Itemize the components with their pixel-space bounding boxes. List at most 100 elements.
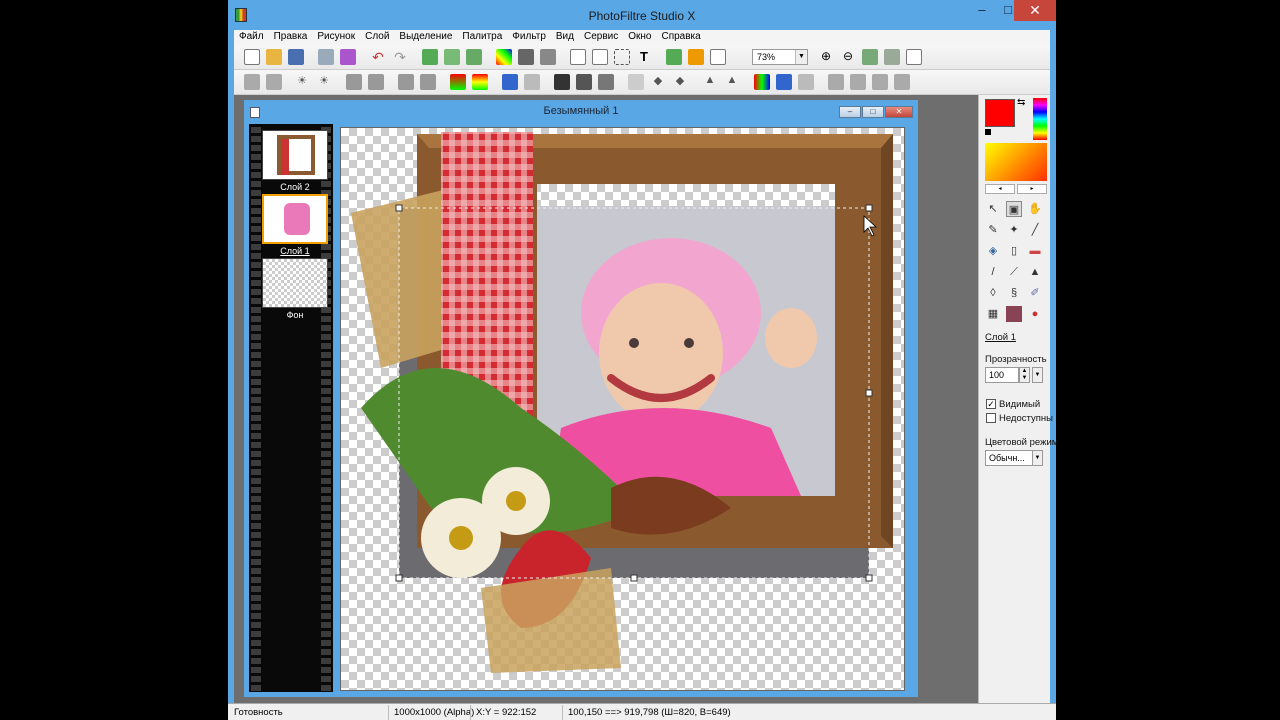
gamma-up-icon[interactable] [420,74,436,90]
magic-wand-icon[interactable]: ✦ [1006,222,1022,238]
zoom-out-icon[interactable]: ⊖ [840,49,856,65]
print-icon[interactable] [318,49,334,65]
minimize-button[interactable]: – [968,0,996,21]
rotate-icon[interactable] [872,74,888,90]
menu-edit[interactable]: Правка [269,30,313,42]
layer-label[interactable]: Фон [262,310,328,320]
image-canvas[interactable] [340,127,905,691]
saturation-down-icon[interactable] [450,74,466,90]
drop-icon[interactable]: ▲ [702,74,718,90]
visible-checkbox[interactable]: ✓ [986,399,996,409]
flip-vertical-icon[interactable] [850,74,866,90]
transparency-icon[interactable] [798,74,814,90]
eyedropper-icon[interactable]: ✎ [985,222,1001,238]
brightness-down-icon[interactable]: ☀ [294,74,310,90]
crop-icon[interactable] [894,74,910,90]
hand-icon[interactable]: ✋ [1027,201,1043,217]
menu-layer[interactable]: Слой [360,30,394,42]
sepia-icon[interactable] [576,74,592,90]
line-icon[interactable]: ╱ [1027,222,1043,238]
automate-icon[interactable] [688,49,704,65]
grayscale-icon[interactable] [554,74,570,90]
contrast-down-icon[interactable] [346,74,362,90]
auto-levels-icon[interactable] [244,74,260,90]
batch-icon[interactable] [710,49,726,65]
opacity-stepper[interactable]: ▲ ▼ [1019,367,1030,383]
open-folder-icon[interactable] [266,49,282,65]
opacity-input[interactable]: 100 [985,367,1019,383]
menu-tools[interactable]: Сервис [579,30,623,42]
layer-thumbnail-layer-1[interactable] [262,194,328,244]
title-bar[interactable]: PhotoFiltre Studio X – □ ✕ [228,0,1056,30]
fill-bucket-icon[interactable]: ◈ [985,243,1001,259]
image-stamp-icon[interactable] [1006,306,1022,322]
brightness-up-icon[interactable]: ☀ [316,74,332,90]
noise-icon[interactable]: ▲ [724,74,740,90]
layer-thumbnail-layer-2[interactable] [262,130,328,180]
fit-window-icon[interactable] [884,49,900,65]
palette-prev-button[interactable]: ◂ [985,184,1015,194]
canvas-size-icon[interactable] [540,49,556,65]
negative-icon[interactable] [598,74,614,90]
menu-help[interactable]: Справка [656,30,705,42]
brush-icon[interactable]: / [985,264,1001,280]
image-size-icon[interactable] [518,49,534,65]
clone-icon[interactable]: ✐ [1027,285,1043,301]
redo-icon[interactable]: ↷ [392,49,408,65]
pattern-icon[interactable]: ▦ [985,306,1001,322]
advanced-brush-icon[interactable]: ⟋ [1006,264,1022,280]
swap-colors-icon[interactable]: ⇆ [1017,97,1025,108]
layer-label[interactable]: Слой 2 [262,182,328,192]
palette-next-button[interactable]: ▸ [1017,184,1047,194]
saturation-up-icon[interactable] [472,74,488,90]
blur-drop-icon[interactable]: ◊ [985,285,1001,301]
text-tool-icon[interactable]: T [636,49,652,65]
eraser-icon[interactable]: ▬ [1027,243,1043,259]
scan-icon[interactable] [340,49,356,65]
menu-filter[interactable]: Фильтр [507,30,551,42]
spray-icon[interactable]: ▯ [1006,243,1022,259]
contrast-up-icon[interactable] [368,74,384,90]
copy-icon[interactable] [422,49,438,65]
soften-icon[interactable]: ◆ [650,74,666,90]
strawberry-icon[interactable]: ● [1027,306,1043,322]
curves-icon[interactable] [524,74,540,90]
foreground-color-swatch[interactable] [985,99,1015,127]
chevron-down-icon[interactable]: ▼ [1032,450,1043,466]
default-colors-icon[interactable] [985,129,991,135]
hue-strip[interactable] [1033,98,1047,140]
new-file-icon[interactable] [244,49,260,65]
menu-file[interactable]: Файл [234,30,269,42]
menu-palette[interactable]: Палитра [457,30,507,42]
plugin-icon[interactable] [666,49,682,65]
menu-selection[interactable]: Выделение [394,30,457,42]
opacity-dropdown-icon[interactable]: ▼ [1032,367,1043,383]
locked-checkbox[interactable] [986,413,996,423]
pointer-icon[interactable]: ↖ [985,201,1001,217]
layer-manager-icon[interactable]: ▣ [1006,201,1022,217]
zoom-select[interactable]: 73% ▼ [752,49,808,65]
layer-label[interactable]: Слой 1 [262,246,328,256]
text-frame-icon[interactable] [570,49,586,65]
save-icon[interactable] [288,49,304,65]
blend-mode-select[interactable]: Обычн... [985,450,1033,466]
stamp-icon[interactable]: ▲ [1027,264,1043,280]
zoom-in-icon[interactable]: ⊕ [818,49,834,65]
menu-window[interactable]: Окно [623,30,656,42]
fullscreen-icon[interactable] [906,49,922,65]
smudge-icon[interactable]: § [1006,285,1022,301]
levels-icon[interactable] [502,74,518,90]
auto-contrast-icon[interactable] [266,74,282,90]
sharpen-icon[interactable]: ◆ [672,74,688,90]
document-minimize-button[interactable]: – [839,106,861,118]
actual-size-icon[interactable] [862,49,878,65]
close-button[interactable]: ✕ [1014,0,1056,21]
gamma-down-icon[interactable] [398,74,414,90]
copy-frame-icon[interactable] [592,49,608,65]
document-close-button[interactable]: ✕ [885,106,913,118]
color-adjust-icon[interactable] [496,49,512,65]
current-layer-name[interactable]: Слой 1 [985,332,1016,343]
document-maximize-button[interactable]: □ [862,106,884,118]
menu-image[interactable]: Рисунок [312,30,360,42]
flip-horizontal-icon[interactable] [828,74,844,90]
